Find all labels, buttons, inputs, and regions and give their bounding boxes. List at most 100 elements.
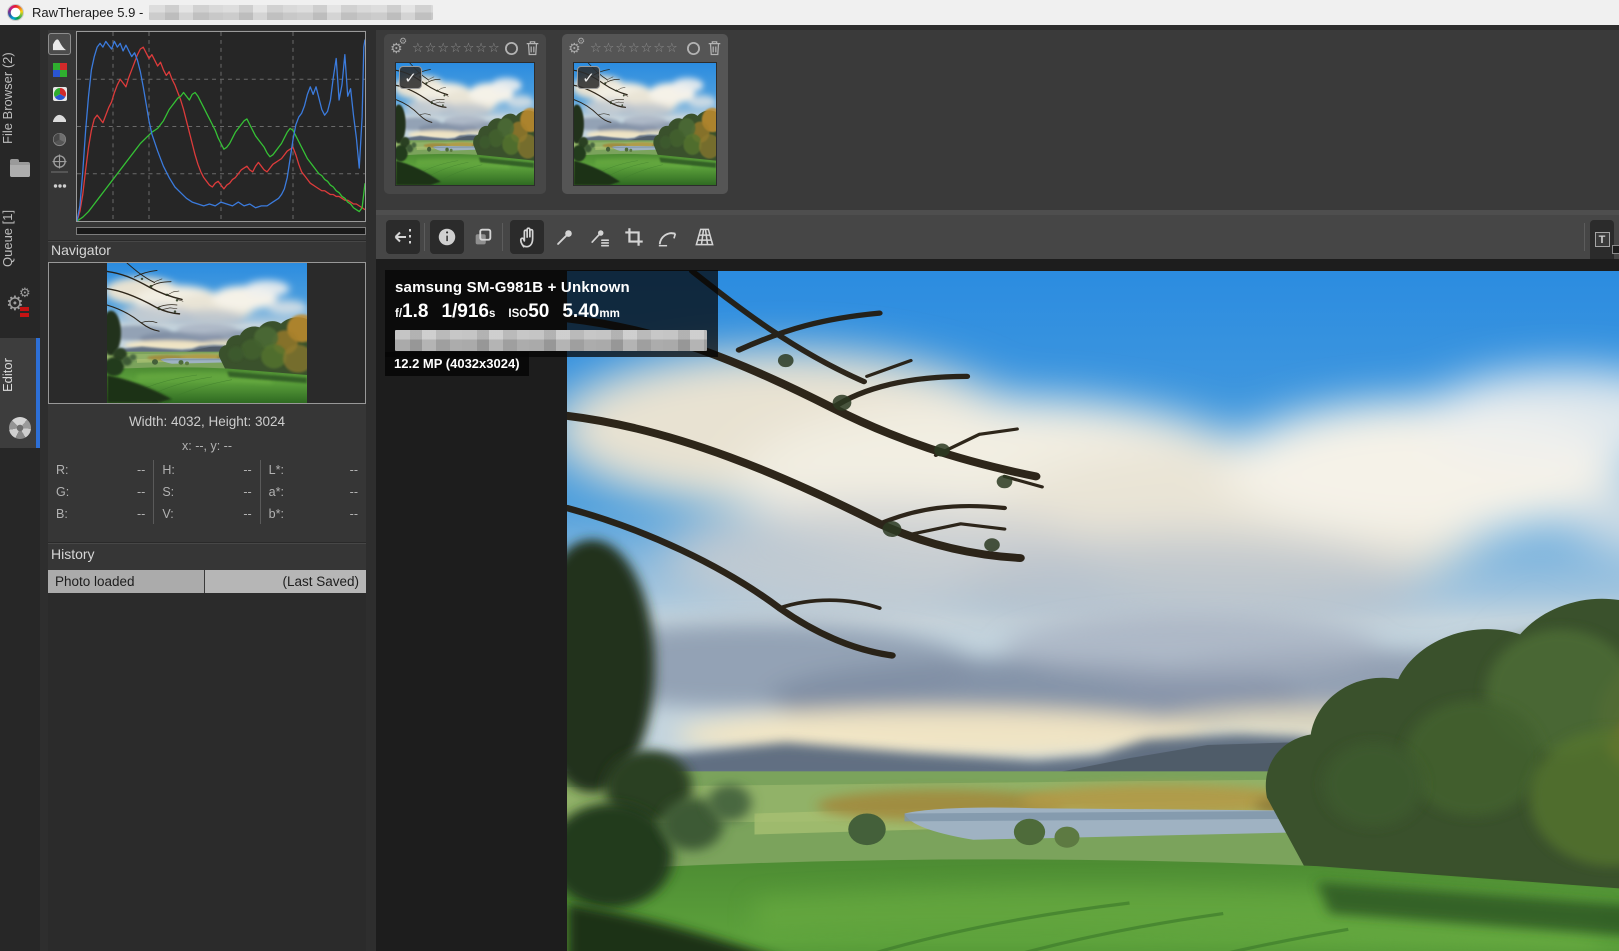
navigator-thumbnail[interactable]: [107, 263, 307, 403]
megapixel-label: 12.2 MP (4032x3024): [385, 352, 529, 376]
rank-star-icon[interactable]: ☆: [488, 39, 500, 57]
rank-star-icon[interactable]: ☆: [437, 39, 449, 57]
rank-star-icon[interactable]: ☆: [475, 39, 487, 57]
enqueued-check-badge[interactable]: ✓: [399, 66, 422, 89]
tab-queue-label: Queue [1]: [0, 203, 40, 273]
info-button[interactable]: [430, 220, 464, 254]
value-label: b*:: [269, 504, 284, 524]
history-entry[interactable]: Photo loaded (Last Saved): [48, 570, 366, 593]
navigator-preview[interactable]: [48, 262, 366, 404]
iso-label: ISO: [508, 308, 528, 320]
lab-column: L*:-- a*:-- b*:--: [260, 460, 366, 524]
filmstrip: ⚙⚙ ☆☆☆☆☆☆☆ ✓ ⚙⚙ ☆: [376, 30, 1619, 210]
camera-label: samsung SM-G981B + Unknown: [395, 279, 708, 296]
rank-star-icon[interactable]: ☆: [450, 39, 462, 57]
filmstrip-thumbnail-2[interactable]: ⚙⚙ ☆☆☆☆☆☆☆ ✓: [562, 34, 728, 194]
iso-value: 50: [528, 301, 549, 323]
aperture-prefix: f/: [395, 308, 402, 320]
rgb-column: R:-- G:-- B:--: [48, 460, 153, 524]
straighten-tool-button[interactable]: [651, 220, 685, 254]
value: --: [243, 460, 251, 480]
editor-toolbar: T: [376, 215, 1619, 259]
shutter-unit: s: [489, 308, 495, 320]
image-canvas[interactable]: samsung SM-G981B + Unknown f/1.8 1/916s …: [376, 259, 1619, 951]
before-after-view-button[interactable]: [466, 220, 500, 254]
rank-stars[interactable]: ☆☆☆☆☆☆☆: [590, 39, 678, 57]
crosshair-mode-button[interactable]: [48, 150, 71, 172]
tab-editor[interactable]: Editor: [0, 338, 40, 448]
divider: [502, 223, 503, 251]
rank-star-icon[interactable]: ☆: [666, 39, 678, 57]
redacted-filename: [149, 5, 433, 20]
value-label: R:: [56, 460, 69, 480]
raw-indicator-bar-button[interactable]: [48, 177, 71, 195]
hide-left-panel-button[interactable]: [386, 220, 420, 254]
window-title: RawTherapee 5.9 -: [32, 5, 143, 20]
hand-tool-button[interactable]: [510, 220, 544, 254]
value: --: [350, 482, 358, 502]
rank-star-icon[interactable]: ☆: [641, 39, 653, 57]
divider: [1584, 223, 1585, 251]
rank-star-icon[interactable]: ☆: [425, 39, 437, 57]
value: --: [137, 460, 145, 480]
trash-icon[interactable]: [525, 40, 540, 56]
thumbnail-image[interactable]: ✓: [395, 62, 535, 186]
rank-star-icon[interactable]: ☆: [590, 39, 602, 57]
value: --: [243, 482, 251, 502]
enqueued-check-badge[interactable]: ✓: [577, 66, 600, 89]
divider: [51, 171, 68, 173]
thumbnail-header: ⚙⚙ ☆☆☆☆☆☆☆: [390, 37, 540, 59]
filmstrip-thumbnail-1[interactable]: ⚙⚙ ☆☆☆☆☆☆☆ ✓: [384, 34, 546, 194]
rgb-mode-button[interactable]: [48, 59, 71, 81]
color-label-icon[interactable]: [504, 41, 519, 56]
histogram-panel: [76, 31, 366, 222]
history-list: [48, 593, 366, 951]
left-panel: Navigator Width: 4032, Height: 3024 x: -…: [48, 30, 366, 951]
folder-icon: [10, 162, 30, 177]
rank-star-icon[interactable]: ☆: [628, 39, 640, 57]
color-pie-mode-button[interactable]: [48, 83, 71, 105]
history-entry-suffix: (Last Saved): [205, 570, 366, 593]
shutter-value: 1/916: [441, 301, 489, 323]
rank-star-icon[interactable]: ☆: [653, 39, 665, 57]
lockable-picker-button[interactable]: [583, 220, 617, 254]
histogram-indicator-bar: [76, 227, 366, 235]
tab-editor-label: Editor: [0, 346, 40, 404]
rank-star-icon[interactable]: ☆: [463, 39, 475, 57]
info-text-toggle-button[interactable]: T: [1590, 220, 1614, 259]
text-overlay-icon: T: [1595, 232, 1610, 247]
queue-gears-icon: ⚙⚙: [2, 287, 38, 321]
focal-value: 5.40: [562, 301, 599, 323]
rank-stars[interactable]: ☆☆☆☆☆☆☆: [412, 39, 500, 57]
histogram-mode-button[interactable]: [48, 33, 71, 55]
rank-star-icon[interactable]: ☆: [603, 39, 615, 57]
value: --: [350, 460, 358, 480]
tab-file-browser-label: File Browser (2): [0, 33, 40, 163]
rawtherapee-window: RawTherapee 5.9 - File Browser (2) Queue…: [0, 0, 1619, 951]
luma-curve-button[interactable]: [48, 105, 71, 127]
aperture-icon: [9, 417, 31, 439]
value-label: S:: [162, 482, 174, 502]
chromaticity-mode-button[interactable]: [48, 128, 71, 150]
thumbnail-image[interactable]: ✓: [573, 62, 717, 186]
histogram-plot: [77, 32, 365, 221]
profile-gear-icon[interactable]: ⚙⚙: [568, 39, 586, 57]
color-label-icon[interactable]: [686, 41, 701, 56]
navigator-position-label: x: --, y: --: [48, 439, 366, 453]
profile-gear-icon[interactable]: ⚙⚙: [390, 39, 408, 57]
focal-unit: mm: [599, 308, 619, 320]
exif-overlay: samsung SM-G981B + Unknown f/1.8 1/916s …: [385, 270, 718, 357]
photo-preview[interactable]: [567, 271, 1619, 951]
navigator-size-label: Width: 4032, Height: 3024: [48, 414, 366, 429]
panel-corner-toggle[interactable]: [1612, 245, 1619, 254]
perspective-tool-button[interactable]: [687, 220, 721, 254]
history-entry-label[interactable]: Photo loaded: [48, 570, 205, 593]
trash-icon[interactable]: [707, 40, 722, 56]
crop-tool-button[interactable]: [617, 220, 651, 254]
rank-star-icon[interactable]: ☆: [412, 39, 424, 57]
value-label: H:: [162, 460, 175, 480]
color-picker-button[interactable]: [548, 220, 582, 254]
titlebar: RawTherapee 5.9 -: [0, 0, 1619, 25]
rank-star-icon[interactable]: ☆: [615, 39, 627, 57]
value-label: L*:: [269, 460, 284, 480]
